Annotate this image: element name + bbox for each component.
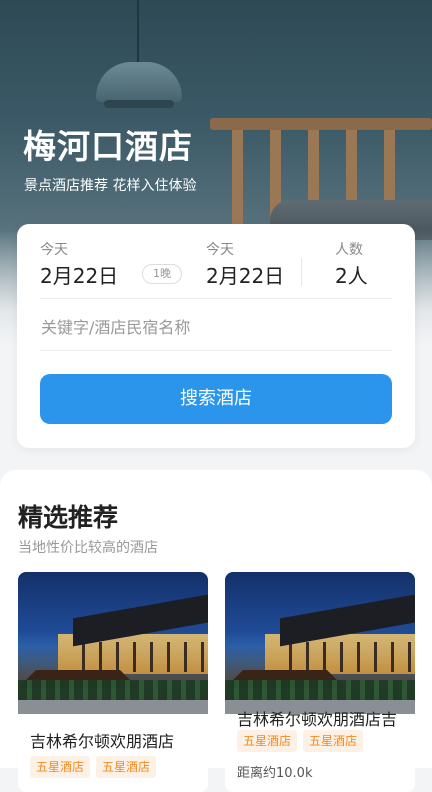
search-card: 今天 2月22日 1晚 今天 2月22日 人数 2人 关键字/酒店民宿名称 搜索… bbox=[17, 224, 415, 448]
divider bbox=[40, 298, 392, 299]
guests-label: 人数 bbox=[335, 242, 363, 258]
headboard-rail bbox=[210, 118, 432, 130]
lamp-cord bbox=[137, 0, 139, 68]
hotel-distance: 距离约10.0k bbox=[237, 766, 313, 781]
section-title: 精选推荐 bbox=[18, 503, 119, 532]
nights-badge: 1晚 bbox=[142, 264, 182, 284]
divider bbox=[40, 350, 392, 351]
checkin-label: 今天 bbox=[40, 242, 68, 258]
hotel-photo bbox=[225, 572, 415, 714]
hotel-photo bbox=[18, 572, 208, 714]
hotel-name: 吉林希尔顿欢朋酒店 bbox=[30, 732, 175, 751]
hotel-photo-columns bbox=[68, 642, 208, 672]
hotel-tag: 五星酒店 bbox=[303, 730, 364, 752]
hotel-photo-pool bbox=[18, 700, 208, 714]
hotel-photo-trees bbox=[225, 680, 415, 702]
checkin-date[interactable]: 2月22日 bbox=[40, 260, 118, 289]
checkout-label: 今天 bbox=[206, 242, 234, 258]
page-title: 梅河口酒店 bbox=[23, 127, 193, 166]
lamp-base bbox=[104, 100, 174, 108]
page-subtitle: 景点酒店推荐 花样入住体验 bbox=[24, 178, 197, 194]
hotel-card[interactable]: 吉林希尔顿欢朋酒店 五星酒店 五星酒店 bbox=[18, 572, 208, 792]
hotel-tag: 五星酒店 bbox=[237, 730, 298, 752]
hotel-photo-columns bbox=[275, 642, 415, 672]
headboard-slat bbox=[232, 130, 243, 228]
guests-value[interactable]: 2人 bbox=[335, 260, 368, 289]
keyword-search-input[interactable]: 关键字/酒店民宿名称 bbox=[41, 314, 391, 340]
hotel-name: 吉林希尔顿欢朋酒店吉 bbox=[237, 710, 398, 729]
recommend-section: 精选推荐 当地性价比较高的酒店 吉林希尔顿欢朋酒店 五星酒店 五星酒店 吉林希尔… bbox=[0, 470, 432, 792]
section-subtitle: 当地性价比较高的酒店 bbox=[18, 540, 158, 556]
divider bbox=[301, 258, 302, 286]
checkout-date[interactable]: 2月22日 bbox=[206, 260, 284, 289]
hotel-card[interactable]: 吉林希尔顿欢朋酒店吉 五星酒店 五星酒店 距离约10.0k bbox=[225, 572, 415, 792]
pendant-lamp bbox=[96, 62, 182, 102]
hotel-photo-trees bbox=[18, 680, 208, 702]
search-hotel-button[interactable]: 搜索酒店 bbox=[40, 374, 392, 424]
hotel-tag: 五星酒店 bbox=[96, 756, 157, 778]
hotel-tag: 五星酒店 bbox=[30, 756, 91, 778]
